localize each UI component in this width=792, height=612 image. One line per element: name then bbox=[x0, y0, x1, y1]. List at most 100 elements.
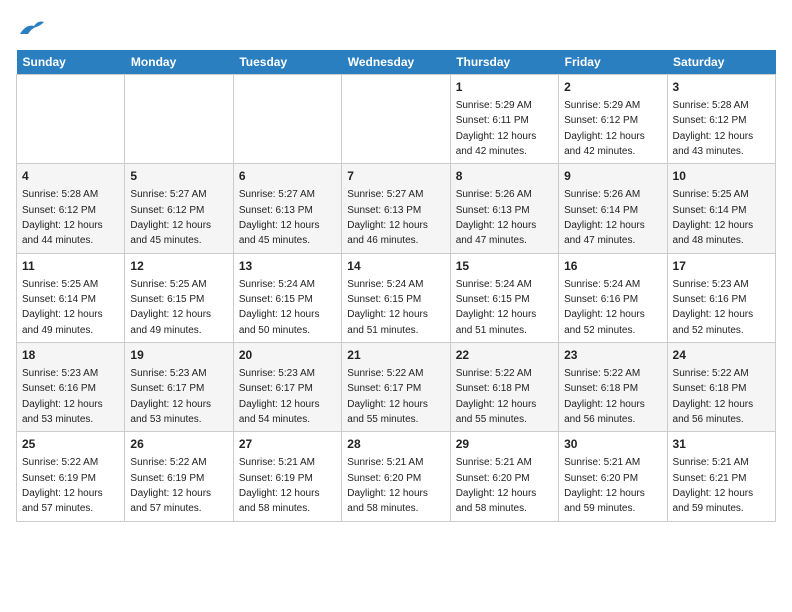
day-number: 6 bbox=[239, 168, 336, 185]
logo bbox=[16, 16, 46, 40]
day-info: Sunrise: 5:24 AM Sunset: 6:15 PM Dayligh… bbox=[456, 279, 537, 336]
day-number: 31 bbox=[673, 436, 770, 453]
day-cell: 1 Sunrise: 5:29 AM Sunset: 6:11 PM Daylig… bbox=[450, 75, 558, 164]
day-number: 22 bbox=[456, 347, 553, 364]
day-number: 27 bbox=[239, 436, 336, 453]
day-cell: 23 Sunrise: 5:22 AM Sunset: 6:18 PM Dayli… bbox=[559, 343, 667, 432]
day-info: Sunrise: 5:25 AM Sunset: 6:14 PM Dayligh… bbox=[673, 189, 754, 246]
logo-bird-icon bbox=[18, 16, 46, 40]
day-cell: 17 Sunrise: 5:23 AM Sunset: 6:16 PM Dayli… bbox=[667, 253, 775, 342]
day-info: Sunrise: 5:23 AM Sunset: 6:16 PM Dayligh… bbox=[22, 368, 103, 425]
day-info: Sunrise: 5:28 AM Sunset: 6:12 PM Dayligh… bbox=[673, 100, 754, 157]
day-cell: 3 Sunrise: 5:28 AM Sunset: 6:12 PM Daylig… bbox=[667, 75, 775, 164]
day-cell bbox=[342, 75, 450, 164]
day-info: Sunrise: 5:27 AM Sunset: 6:13 PM Dayligh… bbox=[239, 189, 320, 246]
day-number: 30 bbox=[564, 436, 661, 453]
day-cell: 8 Sunrise: 5:26 AM Sunset: 6:13 PM Daylig… bbox=[450, 164, 558, 253]
day-number: 17 bbox=[673, 258, 770, 275]
day-cell: 25Sunrise: 5:22 AM Sunset: 6:19 PM Dayli… bbox=[17, 432, 125, 521]
page-header bbox=[16, 16, 776, 40]
day-number: 18 bbox=[22, 347, 119, 364]
day-cell bbox=[17, 75, 125, 164]
day-number: 4 bbox=[22, 168, 119, 185]
day-cell: 2 Sunrise: 5:29 AM Sunset: 6:12 PM Daylig… bbox=[559, 75, 667, 164]
day-info: Sunrise: 5:28 AM Sunset: 6:12 PM Dayligh… bbox=[22, 189, 103, 246]
day-info: Sunrise: 5:22 AM Sunset: 6:18 PM Dayligh… bbox=[564, 368, 645, 425]
day-info: Sunrise: 5:24 AM Sunset: 6:15 PM Dayligh… bbox=[347, 279, 428, 336]
day-info: Sunrise: 5:22 AM Sunset: 6:17 PM Dayligh… bbox=[347, 368, 428, 425]
day-cell: 22 Sunrise: 5:22 AM Sunset: 6:18 PM Dayli… bbox=[450, 343, 558, 432]
col-header-friday: Friday bbox=[559, 50, 667, 75]
day-number: 1 bbox=[456, 79, 553, 96]
day-info: Sunrise: 5:26 AM Sunset: 6:13 PM Dayligh… bbox=[456, 189, 537, 246]
day-cell bbox=[125, 75, 233, 164]
day-number: 20 bbox=[239, 347, 336, 364]
day-cell: 28Sunrise: 5:21 AM Sunset: 6:20 PM Dayli… bbox=[342, 432, 450, 521]
day-cell: 26 Sunrise: 5:22 AM Sunset: 6:19 PM Dayli… bbox=[125, 432, 233, 521]
day-cell: 18 Sunrise: 5:23 AM Sunset: 6:16 PM Dayli… bbox=[17, 343, 125, 432]
day-info: Sunrise: 5:27 AM Sunset: 6:13 PM Dayligh… bbox=[347, 189, 428, 246]
day-cell: 29Sunrise: 5:21 AM Sunset: 6:20 PM Dayli… bbox=[450, 432, 558, 521]
day-info: Sunrise: 5:22 AM Sunset: 6:19 PM Dayligh… bbox=[130, 457, 211, 514]
day-number: 24 bbox=[673, 347, 770, 364]
day-cell: 15 Sunrise: 5:24 AM Sunset: 6:15 PM Dayli… bbox=[450, 253, 558, 342]
day-number: 3 bbox=[673, 79, 770, 96]
day-cell: 16 Sunrise: 5:24 AM Sunset: 6:16 PM Dayli… bbox=[559, 253, 667, 342]
day-info: Sunrise: 5:23 AM Sunset: 6:16 PM Dayligh… bbox=[673, 279, 754, 336]
col-header-saturday: Saturday bbox=[667, 50, 775, 75]
week-row-2: 4 Sunrise: 5:28 AM Sunset: 6:12 PM Daylig… bbox=[17, 164, 776, 253]
day-info: Sunrise: 5:25 AM Sunset: 6:14 PM Dayligh… bbox=[22, 279, 103, 336]
col-header-sunday: Sunday bbox=[17, 50, 125, 75]
col-header-tuesday: Tuesday bbox=[233, 50, 341, 75]
day-number: 11 bbox=[22, 258, 119, 275]
day-info: Sunrise: 5:26 AM Sunset: 6:14 PM Dayligh… bbox=[564, 189, 645, 246]
day-number: 12 bbox=[130, 258, 227, 275]
day-info: Sunrise: 5:21 AM Sunset: 6:19 PM Dayligh… bbox=[239, 457, 320, 514]
day-number: 21 bbox=[347, 347, 444, 364]
week-row-4: 18 Sunrise: 5:23 AM Sunset: 6:16 PM Dayli… bbox=[17, 343, 776, 432]
day-cell: 20 Sunrise: 5:23 AM Sunset: 6:17 PM Dayli… bbox=[233, 343, 341, 432]
day-cell: 6 Sunrise: 5:27 AM Sunset: 6:13 PM Daylig… bbox=[233, 164, 341, 253]
week-row-3: 11 Sunrise: 5:25 AM Sunset: 6:14 PM Dayli… bbox=[17, 253, 776, 342]
day-number: 15 bbox=[456, 258, 553, 275]
day-cell: 31 Sunrise: 5:21 AM Sunset: 6:21 PM Dayli… bbox=[667, 432, 775, 521]
day-info: Sunrise: 5:25 AM Sunset: 6:15 PM Dayligh… bbox=[130, 279, 211, 336]
col-header-wednesday: Wednesday bbox=[342, 50, 450, 75]
day-cell: 7Sunrise: 5:27 AM Sunset: 6:13 PM Daylig… bbox=[342, 164, 450, 253]
day-info: Sunrise: 5:21 AM Sunset: 6:20 PM Dayligh… bbox=[564, 457, 645, 514]
day-cell: 12 Sunrise: 5:25 AM Sunset: 6:15 PM Dayli… bbox=[125, 253, 233, 342]
day-cell: 14Sunrise: 5:24 AM Sunset: 6:15 PM Dayli… bbox=[342, 253, 450, 342]
day-cell: 21 Sunrise: 5:22 AM Sunset: 6:17 PM Dayli… bbox=[342, 343, 450, 432]
day-number: 2 bbox=[564, 79, 661, 96]
day-cell: 9 Sunrise: 5:26 AM Sunset: 6:14 PM Daylig… bbox=[559, 164, 667, 253]
day-info: Sunrise: 5:22 AM Sunset: 6:18 PM Dayligh… bbox=[673, 368, 754, 425]
day-info: Sunrise: 5:22 AM Sunset: 6:18 PM Dayligh… bbox=[456, 368, 537, 425]
day-info: Sunrise: 5:23 AM Sunset: 6:17 PM Dayligh… bbox=[130, 368, 211, 425]
day-info: Sunrise: 5:29 AM Sunset: 6:11 PM Dayligh… bbox=[456, 100, 537, 157]
day-number: 29 bbox=[456, 436, 553, 453]
week-row-1: 1 Sunrise: 5:29 AM Sunset: 6:11 PM Daylig… bbox=[17, 75, 776, 164]
day-number: 5 bbox=[130, 168, 227, 185]
day-number: 23 bbox=[564, 347, 661, 364]
day-number: 13 bbox=[239, 258, 336, 275]
calendar-header: SundayMondayTuesdayWednesdayThursdayFrid… bbox=[17, 50, 776, 75]
day-info: Sunrise: 5:27 AM Sunset: 6:12 PM Dayligh… bbox=[130, 189, 211, 246]
day-info: Sunrise: 5:23 AM Sunset: 6:17 PM Dayligh… bbox=[239, 368, 320, 425]
day-info: Sunrise: 5:24 AM Sunset: 6:15 PM Dayligh… bbox=[239, 279, 320, 336]
col-header-monday: Monday bbox=[125, 50, 233, 75]
day-cell: 13 Sunrise: 5:24 AM Sunset: 6:15 PM Dayli… bbox=[233, 253, 341, 342]
day-info: Sunrise: 5:24 AM Sunset: 6:16 PM Dayligh… bbox=[564, 279, 645, 336]
day-number: 16 bbox=[564, 258, 661, 275]
day-number: 9 bbox=[564, 168, 661, 185]
day-cell: 24 Sunrise: 5:22 AM Sunset: 6:18 PM Dayli… bbox=[667, 343, 775, 432]
day-number: 8 bbox=[456, 168, 553, 185]
day-number: 19 bbox=[130, 347, 227, 364]
day-cell: 4 Sunrise: 5:28 AM Sunset: 6:12 PM Daylig… bbox=[17, 164, 125, 253]
day-number: 26 bbox=[130, 436, 227, 453]
day-cell: 11 Sunrise: 5:25 AM Sunset: 6:14 PM Dayli… bbox=[17, 253, 125, 342]
day-cell: 10Sunrise: 5:25 AM Sunset: 6:14 PM Dayli… bbox=[667, 164, 775, 253]
day-cell: 30 Sunrise: 5:21 AM Sunset: 6:20 PM Dayli… bbox=[559, 432, 667, 521]
day-info: Sunrise: 5:29 AM Sunset: 6:12 PM Dayligh… bbox=[564, 100, 645, 157]
day-cell bbox=[233, 75, 341, 164]
day-info: Sunrise: 5:21 AM Sunset: 6:21 PM Dayligh… bbox=[673, 457, 754, 514]
